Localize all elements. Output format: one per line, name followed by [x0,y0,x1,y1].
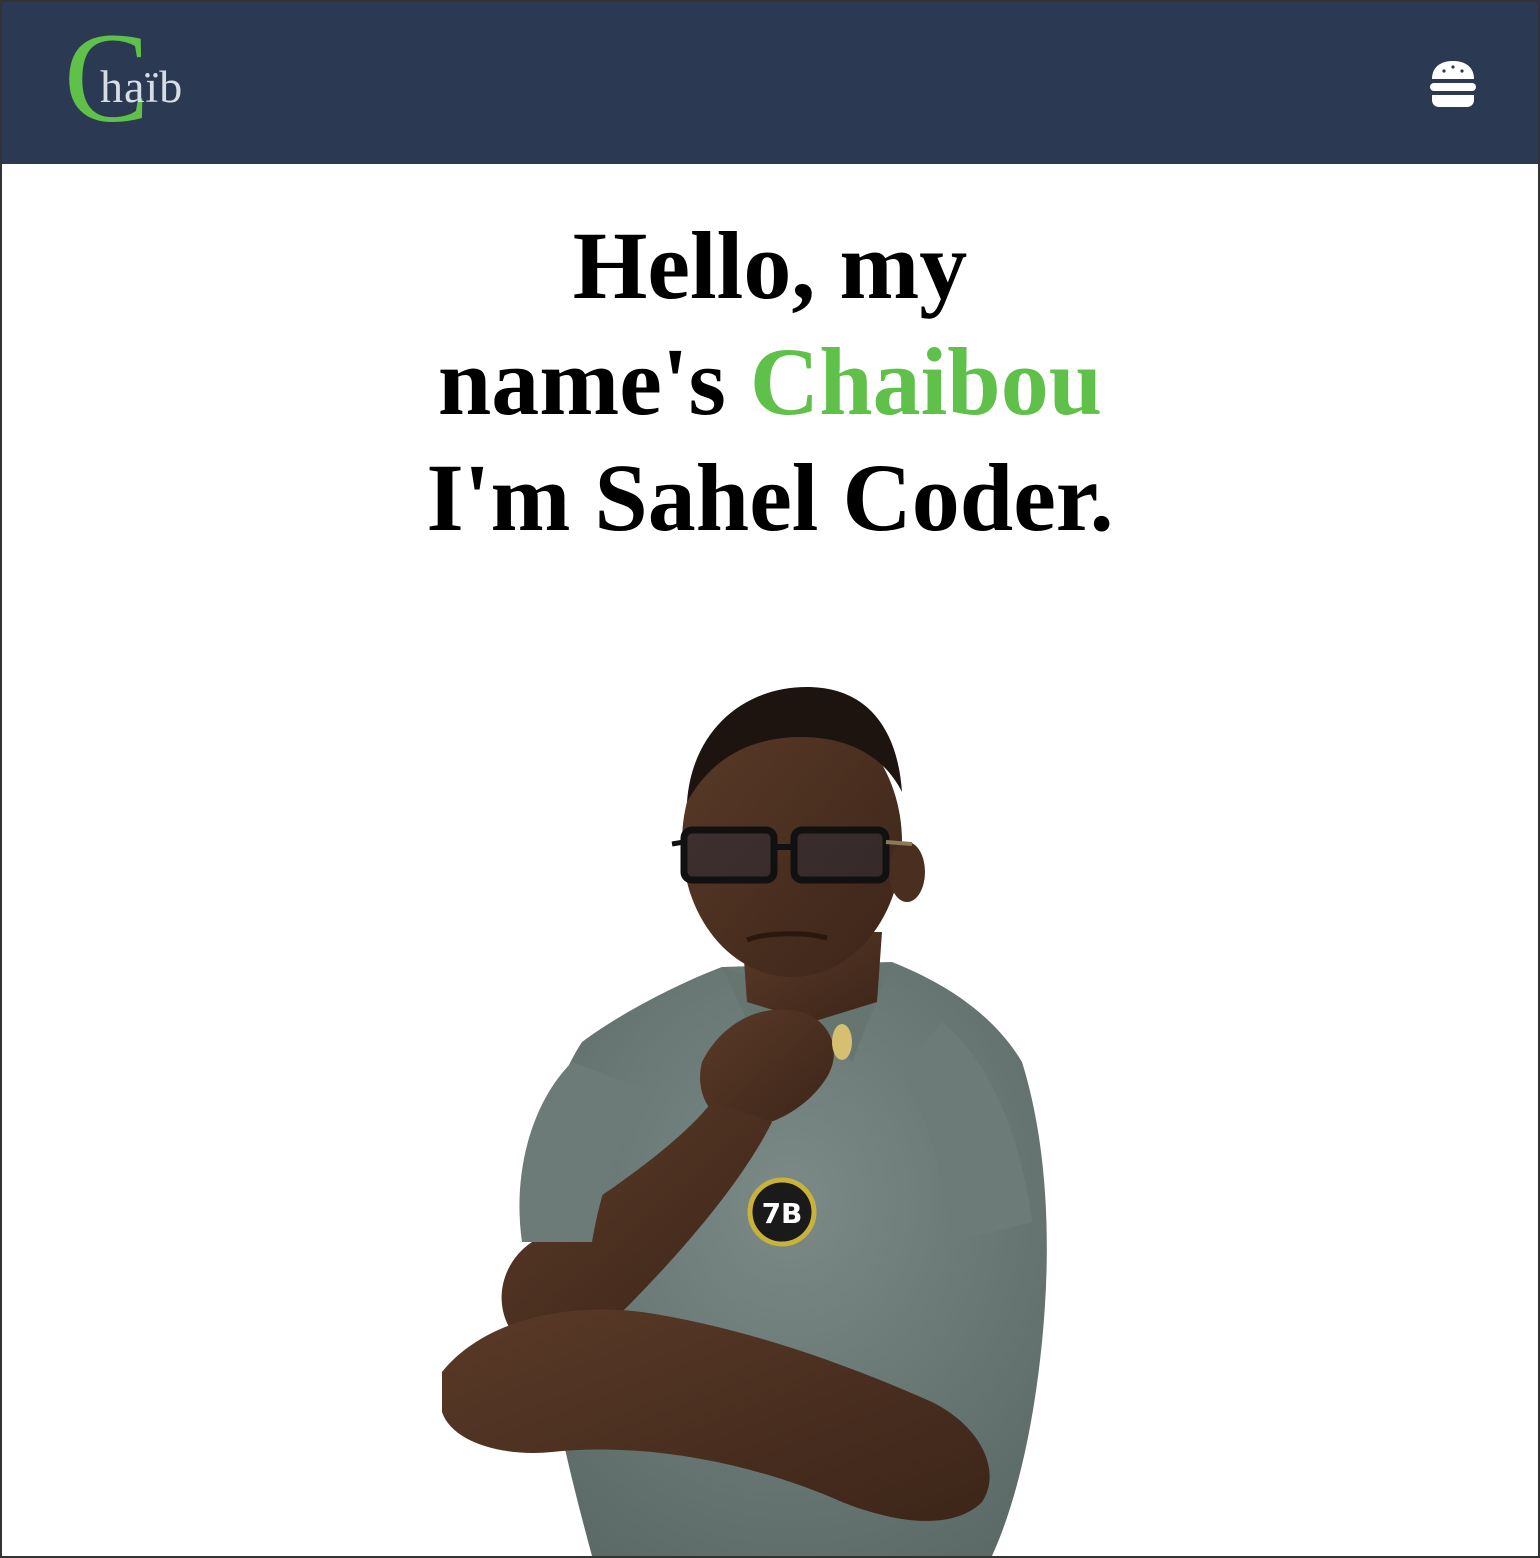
headline-line-2: name's Chaibou [2,324,1538,440]
logo-link[interactable]: C haïb [64,14,224,142]
headline-line-1: Hello, my [572,212,968,319]
hero-headline: Hello, my name's Chaibou I'm Sahel Coder… [2,208,1538,556]
navbar: C haïb [2,2,1538,164]
burger-menu-icon[interactable] [1428,60,1478,108]
headline-name-prefix: name's [437,328,750,435]
headline-line-3: I'm Sahel Coder. [426,444,1114,551]
headline-name: Chaibou [749,328,1103,435]
page: C haïb Hello, my name's Chaibou I'm Sahe… [0,0,1540,1558]
logo-text: haïb [100,61,184,112]
profile-photo: 7B [422,682,1102,1556]
badge-text: 7B [762,1197,803,1230]
